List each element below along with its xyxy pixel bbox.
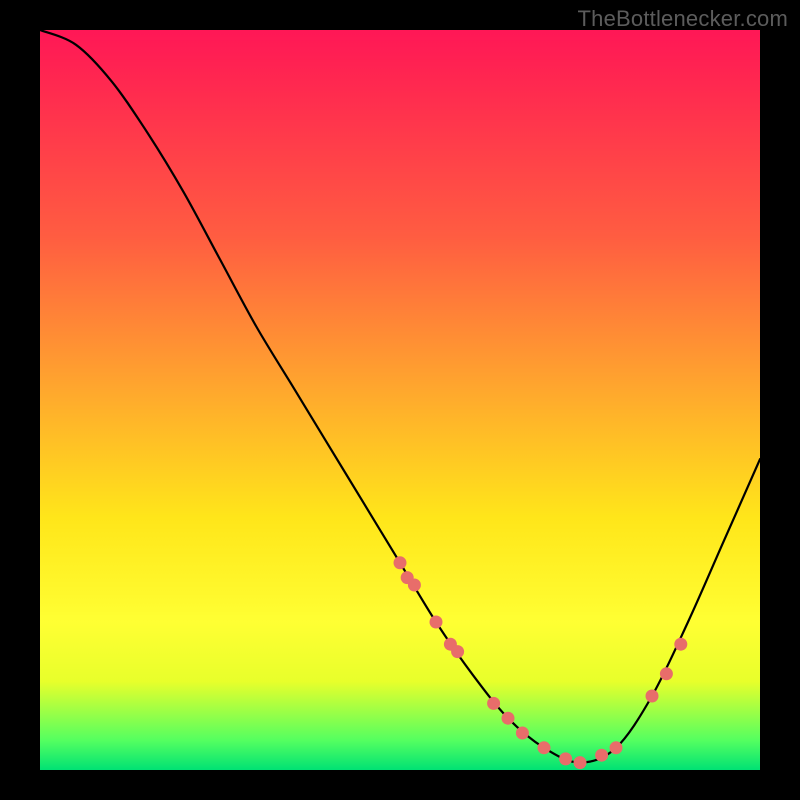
data-point: [559, 752, 572, 765]
data-point: [595, 749, 608, 762]
data-point: [660, 667, 673, 680]
bottleneck-curve: [40, 30, 760, 763]
data-point-markers: [394, 556, 688, 769]
data-point: [646, 690, 659, 703]
data-point: [487, 697, 500, 710]
data-point: [574, 756, 587, 769]
data-point: [610, 741, 623, 754]
data-point: [516, 727, 529, 740]
data-point: [394, 556, 407, 569]
data-point: [430, 616, 443, 629]
watermark-text: TheBottlenecker.com: [578, 6, 788, 32]
data-point: [538, 741, 551, 754]
data-point: [408, 579, 421, 592]
chart-svg: [40, 30, 760, 770]
chart-frame: [40, 30, 760, 770]
data-point: [674, 638, 687, 651]
data-point: [502, 712, 515, 725]
data-point: [451, 645, 464, 658]
